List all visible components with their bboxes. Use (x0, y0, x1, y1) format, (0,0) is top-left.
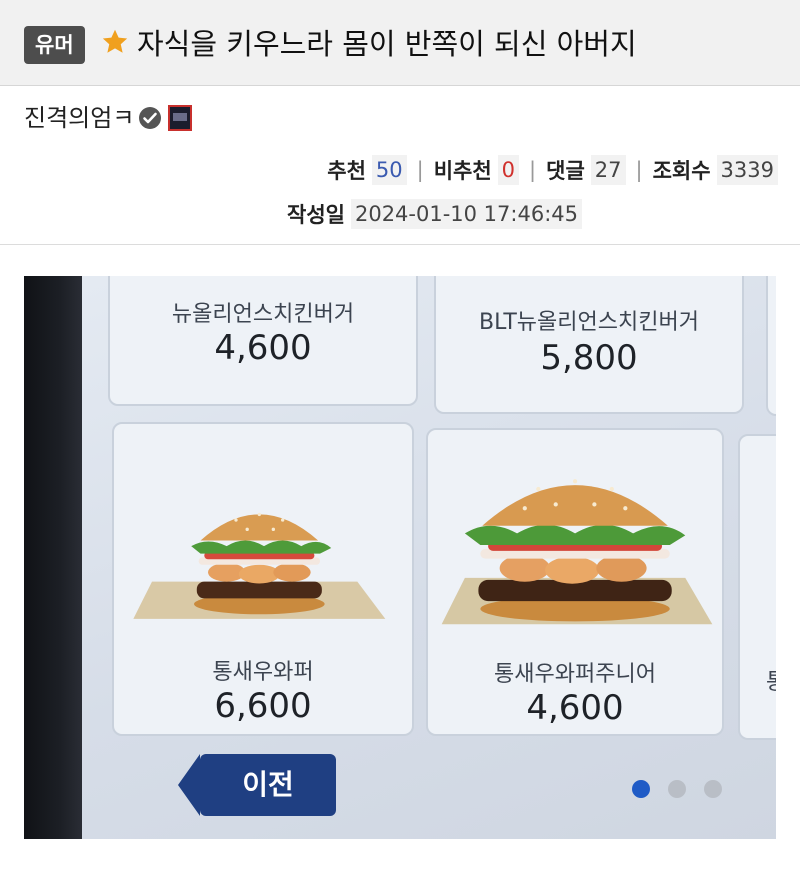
burger-image (133, 512, 386, 619)
menu-item-price: 6,600 (214, 686, 312, 726)
menu-item-name: 통새우와퍼주니어 (494, 662, 656, 687)
comments-count: 27 (590, 155, 626, 185)
not-recommend-count: 0 (497, 155, 520, 185)
divider: | (529, 158, 537, 182)
page-dot (704, 780, 722, 798)
page-dot-active (632, 780, 650, 798)
menu-item-name: 통새우와퍼 (212, 660, 314, 685)
comments-label: 댓글 (546, 159, 585, 183)
kiosk-prev-button: 이전 (178, 754, 336, 816)
page-dot (668, 780, 686, 798)
divider: | (416, 158, 424, 182)
menu-card-partial: 통 (738, 434, 776, 740)
menu-item-price: 4,600 (214, 328, 312, 368)
menu-item-name: BLT뉴올리언스치킨버거 (479, 310, 699, 335)
menu-item-price: 4,600 (526, 688, 624, 728)
post-title: 자식을 키우느라 몸이 반쪽이 되신 아버지 (137, 27, 637, 61)
post-image: 뉴올리언스치킨버거 4,600 BLT뉴올리언스치킨버거 5,800 통새우와퍼… (24, 276, 776, 839)
post-title-bar: 유머 자식을 키우느라 몸이 반쪽이 되신 아버지 (0, 0, 800, 86)
header-divider (0, 244, 800, 245)
category-badge[interactable]: 유머 (24, 26, 85, 64)
author-name[interactable]: 진격의엄ㅋ (24, 101, 134, 135)
post-date: 작성일 2024-01-10 17:46:45 (287, 196, 583, 232)
burger-image (441, 479, 713, 625)
recommend-label: 추천 (327, 159, 366, 183)
menu-card: 뉴올리언스치킨버거 4,600 (108, 276, 418, 406)
author-info: 진격의엄ㅋ (24, 101, 193, 135)
kiosk-screen: 뉴올리언스치킨버거 4,600 BLT뉴올리언스치킨버거 5,800 통새우와퍼… (82, 276, 776, 839)
divider: | (635, 158, 643, 182)
views-count: 3339 (716, 155, 778, 185)
menu-item-name-partial: 통 (740, 664, 776, 696)
menu-card: BLT뉴올리언스치킨버거 5,800 (434, 276, 744, 414)
menu-card-partial (766, 276, 776, 416)
menu-card: 통새우와퍼 6,600 (112, 422, 414, 736)
menu-card: 통새우와퍼주니어 4,600 (426, 428, 724, 736)
author-thumbnail-icon (168, 105, 193, 131)
date-value: 2024-01-10 17:46:45 (350, 199, 583, 229)
date-label: 작성일 (287, 203, 345, 227)
menu-item-price: 5,800 (540, 338, 638, 378)
menu-item-name: 뉴올리언스치킨버거 (171, 302, 355, 327)
verified-check-icon (139, 107, 162, 129)
views-label: 조회수 (652, 159, 711, 183)
recommend-count: 50 (371, 155, 407, 185)
post-stats: 추천 50 | 비추천 0 | 댓글 27 | 조회수 3339 (327, 150, 778, 190)
kiosk-bezel (24, 276, 84, 839)
star-icon (102, 29, 128, 53)
not-recommend-label: 비추천 (433, 159, 492, 183)
